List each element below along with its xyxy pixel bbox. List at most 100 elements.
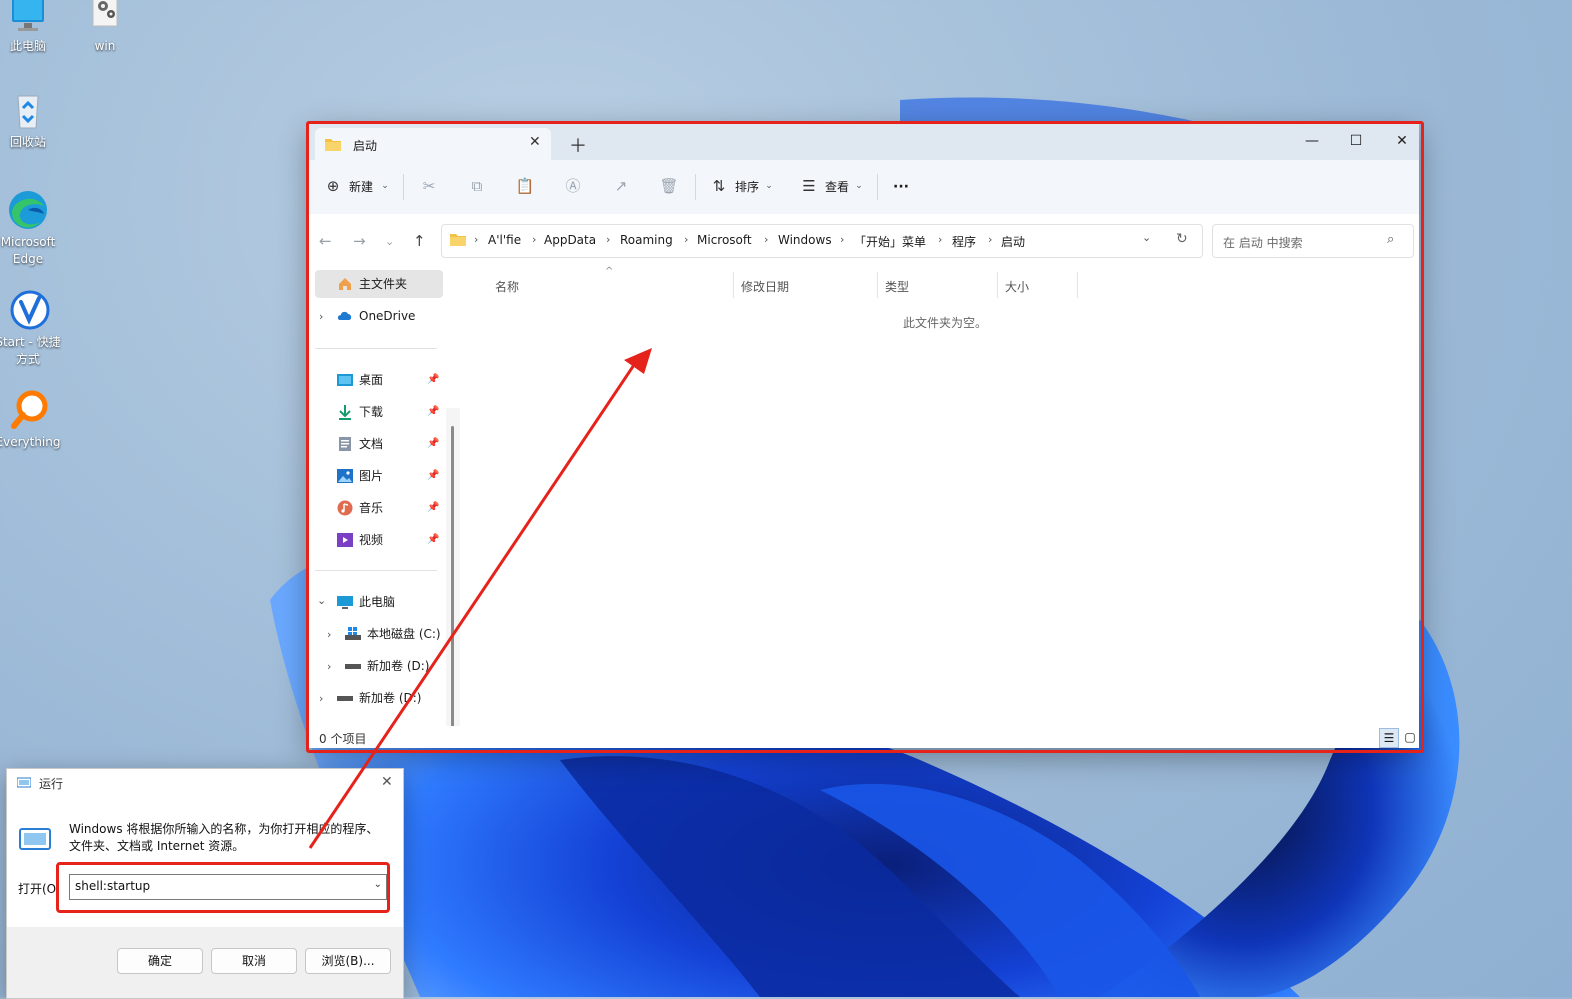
breadcrumb-appdata[interactable]: AppData xyxy=(544,233,596,247)
home-icon xyxy=(339,278,351,290)
search-icon[interactable]: ⌕ xyxy=(1387,232,1394,247)
breadcrumb-start-menu[interactable]: 「开始」菜单 xyxy=(854,233,926,250)
breadcrumb-roaming[interactable]: Roaming xyxy=(620,233,673,247)
recent-chevron-icon[interactable]: ⌄ xyxy=(385,235,394,248)
breadcrumb-programs[interactable]: 程序 xyxy=(952,233,976,250)
breadcrumb-chevron-icon: › xyxy=(764,233,769,246)
nav-label: 本地磁盘 (C:) xyxy=(367,627,441,641)
tiles-view-icon[interactable]: ▢ xyxy=(1401,728,1419,746)
paste-icon[interactable]: 📋 xyxy=(515,176,535,196)
nav-item-drive-d[interactable]: 新加卷 (D:) xyxy=(317,652,451,680)
status-bar: 0 个项目 ☰ ▢ xyxy=(309,726,1419,748)
pin-icon[interactable]: 📌 xyxy=(427,366,439,394)
nav-label: 图片 xyxy=(359,469,384,483)
nav-item-this-pc[interactable]: 此电脑 xyxy=(309,588,443,616)
close-icon[interactable]: ✕ xyxy=(381,774,393,790)
pin-icon[interactable]: 📌 xyxy=(427,462,439,490)
browse-button[interactable]: 浏览(B)... xyxy=(305,948,391,974)
desktop-icon-this-pc[interactable]: 此电脑 xyxy=(0,0,63,55)
nav-item-home[interactable]: 主文件夹 xyxy=(315,270,443,298)
run-command-value: shell:startup xyxy=(75,879,151,893)
pin-icon[interactable]: 📌 xyxy=(427,526,439,554)
desktop-icon-label: 此电脑 xyxy=(9,39,46,53)
breadcrumb-startup[interactable]: 启动 xyxy=(1001,233,1025,250)
delete-icon[interactable]: 🗑 xyxy=(659,176,679,196)
breadcrumb-user[interactable]: A'l'fie xyxy=(488,233,521,247)
tab-startup[interactable]: 启动 ✕ xyxy=(315,128,551,160)
column-header-type[interactable]: 类型 xyxy=(885,278,909,295)
cut-icon[interactable]: ✂ xyxy=(419,176,439,196)
chevron-down-icon: ⌄ xyxy=(381,181,389,191)
nav-item-drive-c[interactable]: 本地磁盘 (C:) xyxy=(317,620,451,648)
address-row: ← → ⌄ ↑ › A'l'fie › AppData › Roaming › … xyxy=(309,214,1419,266)
start-app-icon xyxy=(6,288,50,332)
maximize-button[interactable]: ☐ xyxy=(1333,126,1379,156)
search-box[interactable]: 在 启动 中搜索 ⌕ xyxy=(1212,224,1414,258)
details-view-icon[interactable]: ☰ xyxy=(1379,728,1399,748)
share-icon[interactable]: ↗ xyxy=(611,176,631,196)
column-divider xyxy=(1077,272,1078,298)
breadcrumb-chevron-icon: › xyxy=(938,233,943,246)
more-options-button[interactable]: ··· xyxy=(893,174,909,200)
up-arrow-icon[interactable]: ↑ xyxy=(413,232,426,250)
nav-label: 新加卷 (D:) xyxy=(367,659,430,673)
desktop-icon-edge[interactable]: Microsoft Edge xyxy=(0,188,63,268)
pin-icon[interactable]: 📌 xyxy=(427,430,439,458)
close-window-button[interactable]: ✕ xyxy=(1379,126,1419,156)
empty-folder-text: 此文件夹为空。 xyxy=(903,316,988,330)
column-header-name[interactable]: 名称 xyxy=(495,278,519,295)
monitor-icon xyxy=(337,596,353,609)
rename-icon[interactable]: Ⓐ xyxy=(563,176,583,196)
address-dropdown-icon[interactable]: ⌄ xyxy=(1142,231,1151,244)
nav-item-documents[interactable]: 文档 📌 xyxy=(309,430,443,458)
item-count: 0 个项目 xyxy=(319,732,367,746)
breadcrumb-windows[interactable]: Windows xyxy=(778,233,832,247)
run-app-icon xyxy=(19,828,51,850)
music-icon xyxy=(337,500,353,516)
nav-label: 视频 xyxy=(359,533,384,547)
monitor-icon xyxy=(6,0,50,36)
cancel-button[interactable]: 取消 xyxy=(211,948,297,974)
forward-arrow-icon[interactable]: → xyxy=(353,232,366,250)
everything-magnifier-icon xyxy=(6,388,50,432)
desktop-icon-recycle-bin[interactable]: 回收站 xyxy=(0,88,63,151)
nav-scrollbar[interactable] xyxy=(451,426,454,748)
navigation-pane: 主文件夹 › OneDrive 桌面 📌 下载 📌 文档 📌 图片 📌 音乐 📌… xyxy=(309,266,461,748)
new-tab-icon[interactable]: ＋ xyxy=(569,132,587,158)
refresh-icon[interactable]: ↻ xyxy=(1176,231,1188,247)
back-arrow-icon[interactable]: ← xyxy=(319,232,332,250)
copy-icon[interactable]: ⧉ xyxy=(467,176,487,196)
column-header-modified[interactable]: 修改日期 xyxy=(741,278,789,295)
command-bar: ⊕ 新建 ⌄ ✂ ⧉ 📋 Ⓐ ↗ 🗑 ⇅ 排序 ⌄ ☰ 查看 ⌄ ··· xyxy=(309,160,1419,215)
close-tab-icon[interactable]: ✕ xyxy=(529,134,541,150)
nav-item-videos[interactable]: 视频 📌 xyxy=(309,526,443,554)
run-command-input[interactable]: shell:startup ⌄ xyxy=(69,874,387,900)
nav-item-onedrive[interactable]: OneDrive xyxy=(309,302,443,330)
minimize-button[interactable]: — xyxy=(1289,126,1335,156)
nav-item-music[interactable]: 音乐 📌 xyxy=(309,494,443,522)
address-bar[interactable]: › A'l'fie › AppData › Roaming › Microsof… xyxy=(441,224,1203,258)
chevron-down-icon[interactable]: ⌄ xyxy=(374,879,382,890)
desktop-icon-start-shortcut[interactable]: Start - 快捷方式 xyxy=(0,288,63,368)
breadcrumb-chevron-icon: › xyxy=(684,233,689,246)
nav-item-drive-d-2[interactable]: 新加卷 (D:) xyxy=(309,684,443,712)
nav-item-downloads[interactable]: 下载 📌 xyxy=(309,398,443,426)
sort-icon: ⇅ xyxy=(712,177,726,195)
sort-button[interactable]: 排序 xyxy=(735,174,759,200)
pin-icon[interactable]: 📌 xyxy=(427,398,439,426)
nav-item-pictures[interactable]: 图片 📌 xyxy=(309,462,443,490)
column-header-size[interactable]: 大小 xyxy=(1005,278,1029,295)
pin-icon[interactable]: 📌 xyxy=(427,494,439,522)
toolbar-divider xyxy=(403,174,404,200)
new-button[interactable]: 新建 xyxy=(349,174,373,200)
open-label: 打开(O xyxy=(18,882,57,896)
ok-button[interactable]: 确定 xyxy=(117,948,203,974)
nav-label: 新加卷 (D:) xyxy=(359,691,422,705)
document-icon xyxy=(339,437,351,451)
desktop-icon-everything[interactable]: Everything xyxy=(0,388,63,451)
nav-item-desktop[interactable]: 桌面 📌 xyxy=(309,366,443,394)
view-button[interactable]: 查看 xyxy=(825,174,849,200)
desktop-icon-win[interactable]: win xyxy=(70,0,140,55)
breadcrumb-microsoft[interactable]: Microsoft xyxy=(697,233,752,247)
nav-label: 音乐 xyxy=(359,501,384,515)
